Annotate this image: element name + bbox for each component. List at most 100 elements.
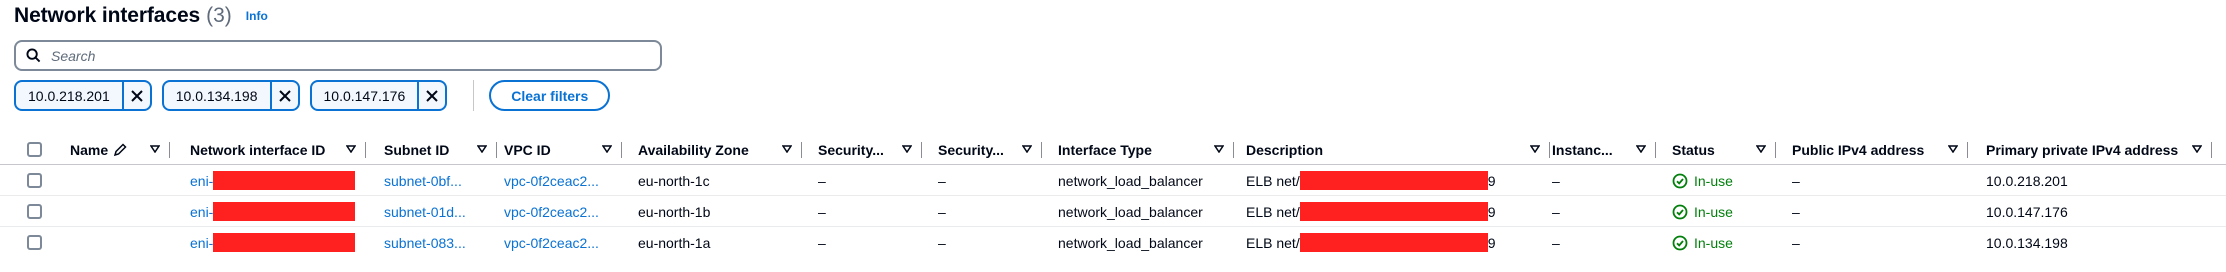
column-header-security-1[interactable]: Security... <box>818 134 922 165</box>
caret-down-icon <box>1530 145 1540 153</box>
column-header-description[interactable]: Description <box>1246 134 1550 165</box>
description-prefix: ELB net/ <box>1246 203 1300 220</box>
column-divider[interactable] <box>621 142 622 158</box>
interface-type-cell: network_load_balancer <box>1058 234 1203 251</box>
item-count: (3) <box>206 4 232 27</box>
status-cell: In-use <box>1672 227 1776 258</box>
row-select-cell <box>27 165 47 196</box>
column-header-label: VPC ID <box>504 141 551 158</box>
caret-down-icon <box>2192 145 2202 153</box>
column-header-public-ip[interactable]: Public IPv4 address <box>1792 134 1968 165</box>
column-divider[interactable] <box>2211 142 2212 158</box>
filter-token-label: 10.0.218.201 <box>28 87 110 104</box>
column-header-eni[interactable]: Network interface ID <box>190 134 366 165</box>
table-row[interactable]: eni- subnet-083... vpc-0f2ceac2... eu-no… <box>0 227 2226 258</box>
column-divider[interactable] <box>921 142 922 158</box>
page-header: Network interfaces (3) Info <box>14 4 268 34</box>
column-divider[interactable] <box>496 142 497 158</box>
eni-link[interactable]: eni- <box>190 235 213 251</box>
column-divider[interactable] <box>169 142 170 158</box>
pencil-icon <box>114 142 127 156</box>
clear-filters-button[interactable]: Clear filters <box>489 80 611 111</box>
row-checkbox[interactable] <box>27 204 42 219</box>
remove-filter-button[interactable] <box>417 82 445 109</box>
select-all-checkbox[interactable] <box>27 142 42 157</box>
column-divider[interactable] <box>801 142 802 158</box>
eni-cell[interactable]: eni- <box>190 196 366 227</box>
eni-cell[interactable]: eni- <box>190 165 366 196</box>
redacted-block <box>213 202 356 221</box>
row-checkbox[interactable] <box>27 235 42 250</box>
security-cell: – <box>938 203 946 220</box>
remove-filter-button[interactable] <box>121 82 150 109</box>
caret-down-icon <box>782 145 792 153</box>
column-header-security-2[interactable]: Security... <box>938 134 1042 165</box>
column-divider[interactable] <box>1775 142 1776 158</box>
redacted-block <box>1299 233 1488 252</box>
row-checkbox[interactable] <box>27 173 42 188</box>
table-row[interactable]: eni- subnet-01d... vpc-0f2ceac2... eu-no… <box>0 196 2226 227</box>
remove-filter-button[interactable] <box>269 82 298 109</box>
column-divider[interactable] <box>1967 142 1968 158</box>
page-title: Network interfaces <box>14 4 201 27</box>
description-cell: ELB net/9 <box>1246 227 1550 258</box>
description-prefix: ELB net/ <box>1246 234 1300 251</box>
instance-cell: – <box>1552 172 1560 189</box>
column-header-vpc[interactable]: VPC ID <box>504 134 622 165</box>
status-indicator: In-use <box>1672 204 1733 220</box>
search-icon <box>26 48 41 63</box>
security-cell: – <box>818 172 826 189</box>
eni-cell[interactable]: eni- <box>190 227 366 258</box>
column-header-subnet[interactable]: Subnet ID <box>384 134 497 165</box>
info-link[interactable]: Info <box>246 9 268 23</box>
description-prefix: ELB net/ <box>1246 172 1300 189</box>
subnet-link[interactable]: subnet-0bf... <box>384 165 497 196</box>
filter-token: 10.0.147.176 <box>309 80 448 111</box>
caret-down-icon <box>1022 145 1032 153</box>
public-ip-cell: – <box>1792 203 1800 220</box>
check-circle-icon <box>1672 173 1688 188</box>
column-header-interface-type[interactable]: Interface Type <box>1058 134 1234 165</box>
caret-down-icon <box>1636 145 1646 153</box>
status-indicator: In-use <box>1672 235 1733 251</box>
column-header-instance[interactable]: Instanc... <box>1552 134 1656 165</box>
description-suffix: 9 <box>1487 203 1496 220</box>
search-box[interactable] <box>14 40 662 71</box>
column-header-label: Name <box>70 141 109 158</box>
description-suffix: 9 <box>1487 234 1496 251</box>
caret-down-icon <box>150 145 160 153</box>
subnet-link[interactable]: subnet-083... <box>384 227 497 258</box>
status-label: In-use <box>1694 172 1733 189</box>
column-divider[interactable] <box>1233 142 1234 158</box>
eni-link[interactable]: eni- <box>190 204 213 220</box>
vpc-link[interactable]: vpc-0f2ceac2... <box>504 165 622 196</box>
status-indicator: In-use <box>1672 173 1733 189</box>
public-ip-cell: – <box>1792 172 1800 189</box>
column-header-name[interactable]: Name <box>70 134 170 165</box>
security-cell: – <box>818 234 826 251</box>
column-header-private-ip[interactable]: Primary private IPv4 address <box>1986 134 2212 165</box>
vpc-link[interactable]: vpc-0f2ceac2... <box>504 196 622 227</box>
vpc-link[interactable]: vpc-0f2ceac2... <box>504 227 622 258</box>
caret-down-icon <box>602 145 612 153</box>
description-cell: ELB net/9 <box>1246 165 1550 196</box>
column-header-label: Status <box>1672 141 1715 158</box>
row-select-cell <box>27 227 47 258</box>
column-header-label: Subnet ID <box>384 141 450 158</box>
table-row[interactable]: eni- subnet-0bf... vpc-0f2ceac2... eu-no… <box>0 165 2226 196</box>
column-header-label: Description <box>1246 141 1324 158</box>
column-header-az[interactable]: Availability Zone <box>638 134 802 165</box>
search-input[interactable] <box>51 47 631 64</box>
security-cell: – <box>938 234 946 251</box>
interface-type-cell: network_load_balancer <box>1058 172 1203 189</box>
private-ip-cell: 10.0.218.201 <box>1986 172 2068 189</box>
eni-link[interactable]: eni- <box>190 173 213 189</box>
filter-token: 10.0.134.198 <box>161 80 300 111</box>
column-divider[interactable] <box>365 142 366 158</box>
column-header-status[interactable]: Status <box>1672 134 1776 165</box>
column-header-label: Availability Zone <box>638 141 749 158</box>
column-divider[interactable] <box>1655 142 1656 158</box>
subnet-link[interactable]: subnet-01d... <box>384 196 497 227</box>
column-divider[interactable] <box>1549 142 1550 158</box>
column-divider[interactable] <box>1041 142 1042 158</box>
